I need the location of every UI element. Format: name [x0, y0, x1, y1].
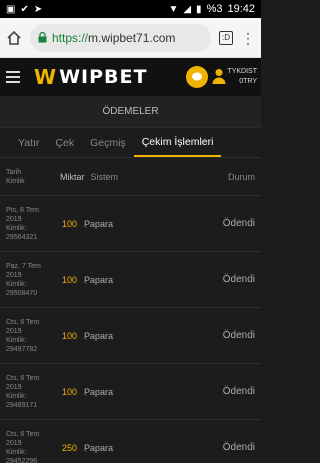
row-id-label: Kimlik: [6, 280, 27, 288]
table-row[interactable]: Pts, 8 Tem 2019 Kimlik: 29564321 100 Pap… [0, 196, 261, 252]
row-date: Pts, 8 Tem 2019 Kimlik: 29564321 [6, 206, 62, 242]
amount-header: Miktar [60, 171, 85, 182]
notification-icon: ▣ [6, 3, 16, 15]
id-header: Kimlik [6, 177, 25, 185]
row-id: 29497782 [6, 345, 38, 353]
table-header: Tarih Kimlik Miktar Sistem Durum [0, 158, 261, 196]
home-icon[interactable] [6, 30, 22, 46]
row-date-day: Cts, 6 Tem [6, 318, 40, 326]
row-id: 29489171 [6, 401, 38, 409]
row-id-label: Kimlik: [6, 392, 27, 400]
url-scheme: https:// [52, 30, 89, 45]
row-status: Ödendi [222, 218, 255, 229]
battery-icon: ▮ [196, 3, 202, 15]
date-id-header: Tarih Kimlik [6, 168, 60, 186]
address-bar[interactable]: https://m.wipbet71.com [30, 23, 211, 52]
row-id-label: Kimlik: [6, 448, 27, 456]
send-icon: ➤ [33, 3, 43, 15]
hamburger-menu-icon[interactable] [6, 71, 20, 83]
row-system: Papara [84, 330, 114, 341]
row-amount: 100 [62, 274, 78, 285]
row-date: Paz, 7 Tem 2019 Kimlik: 29508470 [6, 262, 62, 298]
user-info[interactable]: TYKDIST 0TRY [227, 67, 257, 87]
row-date: Cts, 6 Tem 2019 Kimlik: 29489171 [6, 374, 62, 410]
signal-icon: ◢ [183, 3, 192, 15]
browser-toolbar: https://m.wipbet71.com :D ⋮ [0, 18, 261, 58]
row-date-day: Cts, 6 Tem [6, 374, 40, 382]
row-amount: 100 [62, 386, 78, 397]
logo-mark-icon: W [34, 65, 58, 89]
chat-icon[interactable] [186, 66, 208, 88]
row-status: Ödendi [222, 274, 255, 285]
row-status: Ödendi [222, 442, 255, 453]
tab-deposit[interactable]: Yatır [10, 128, 47, 157]
row-date-year: 2019 [6, 383, 22, 391]
row-amount: 100 [62, 330, 78, 341]
row-date-year: 2019 [6, 215, 22, 223]
row-status: Ödendi [222, 386, 255, 397]
table-row[interactable]: Cts, 6 Tem 2019 Kimlik: 29452296 250 Pap… [0, 420, 261, 463]
clock: 19:42 [227, 3, 255, 15]
row-date-day: Paz, 7 Tem [6, 262, 41, 270]
row-date-day: Pts, 8 Tem [6, 206, 39, 214]
row-status: Ödendi [222, 330, 255, 341]
row-id-label: Kimlik: [6, 336, 27, 344]
page-title: ÖDEMELER [0, 96, 261, 128]
row-date: Cts, 6 Tem 2019 Kimlik: 29497782 [6, 318, 62, 354]
check-icon: ✔ [20, 3, 29, 15]
username: TYKDIST [227, 68, 257, 75]
more-menu-icon[interactable]: ⋮ [241, 31, 255, 45]
table-row[interactable]: Cts, 6 Tem 2019 Kimlik: 29489171 100 Pap… [0, 364, 261, 420]
balance: 0TRY [239, 78, 257, 85]
row-date-year: 2019 [6, 327, 22, 335]
logo-text: WIPBET [59, 66, 148, 88]
row-amount: 100 [62, 218, 78, 229]
tab-withdrawals[interactable]: Çekim İşlemleri [133, 128, 222, 157]
row-id: 29452296 [6, 457, 38, 463]
tab-history[interactable]: Geçmiş [82, 128, 134, 157]
lock-icon [38, 32, 47, 43]
date-header: Tarih [6, 168, 22, 176]
system-header: Sistem [90, 171, 119, 182]
row-id-label: Kimlik: [6, 224, 27, 232]
site-header: W WIPBET TYKDIST 0TRY [0, 58, 261, 96]
row-id: 29564321 [6, 233, 38, 241]
row-date-year: 2019 [6, 439, 22, 447]
row-system: Papara [84, 218, 114, 229]
row-system: Papara [84, 442, 114, 453]
payment-tabs: Yatır Çek Geçmiş Çekim İşlemleri [0, 128, 261, 158]
row-date-day: Cts, 6 Tem [6, 430, 40, 438]
row-date-year: 2019 [6, 271, 22, 279]
row-system: Papara [84, 274, 114, 285]
status-header: Durum [227, 171, 255, 182]
battery-level: %3 [206, 3, 223, 15]
row-id: 29508470 [6, 289, 38, 297]
site-logo[interactable]: W WIPBET [34, 65, 147, 89]
tab-switcher-button[interactable]: :D [219, 30, 233, 45]
status-bar: ▣ ✔ ➤ ▼ ◢ ▮ %3 19:42 [0, 0, 261, 18]
row-system: Papara [84, 386, 114, 397]
tab-withdraw[interactable]: Çek [47, 128, 82, 157]
row-amount: 250 [62, 442, 78, 453]
table-row[interactable]: Cts, 6 Tem 2019 Kimlik: 29497782 100 Pap… [0, 308, 261, 364]
wifi-icon: ▼ [168, 3, 179, 15]
row-date: Cts, 6 Tem 2019 Kimlik: 29452296 [6, 430, 62, 463]
table-row[interactable]: Paz, 7 Tem 2019 Kimlik: 29508470 100 Pap… [0, 252, 261, 308]
user-icon[interactable] [212, 68, 226, 84]
url-host: m.wipbet71.com [88, 30, 176, 45]
withdrawal-list: Pts, 8 Tem 2019 Kimlik: 29564321 100 Pap… [0, 196, 261, 463]
